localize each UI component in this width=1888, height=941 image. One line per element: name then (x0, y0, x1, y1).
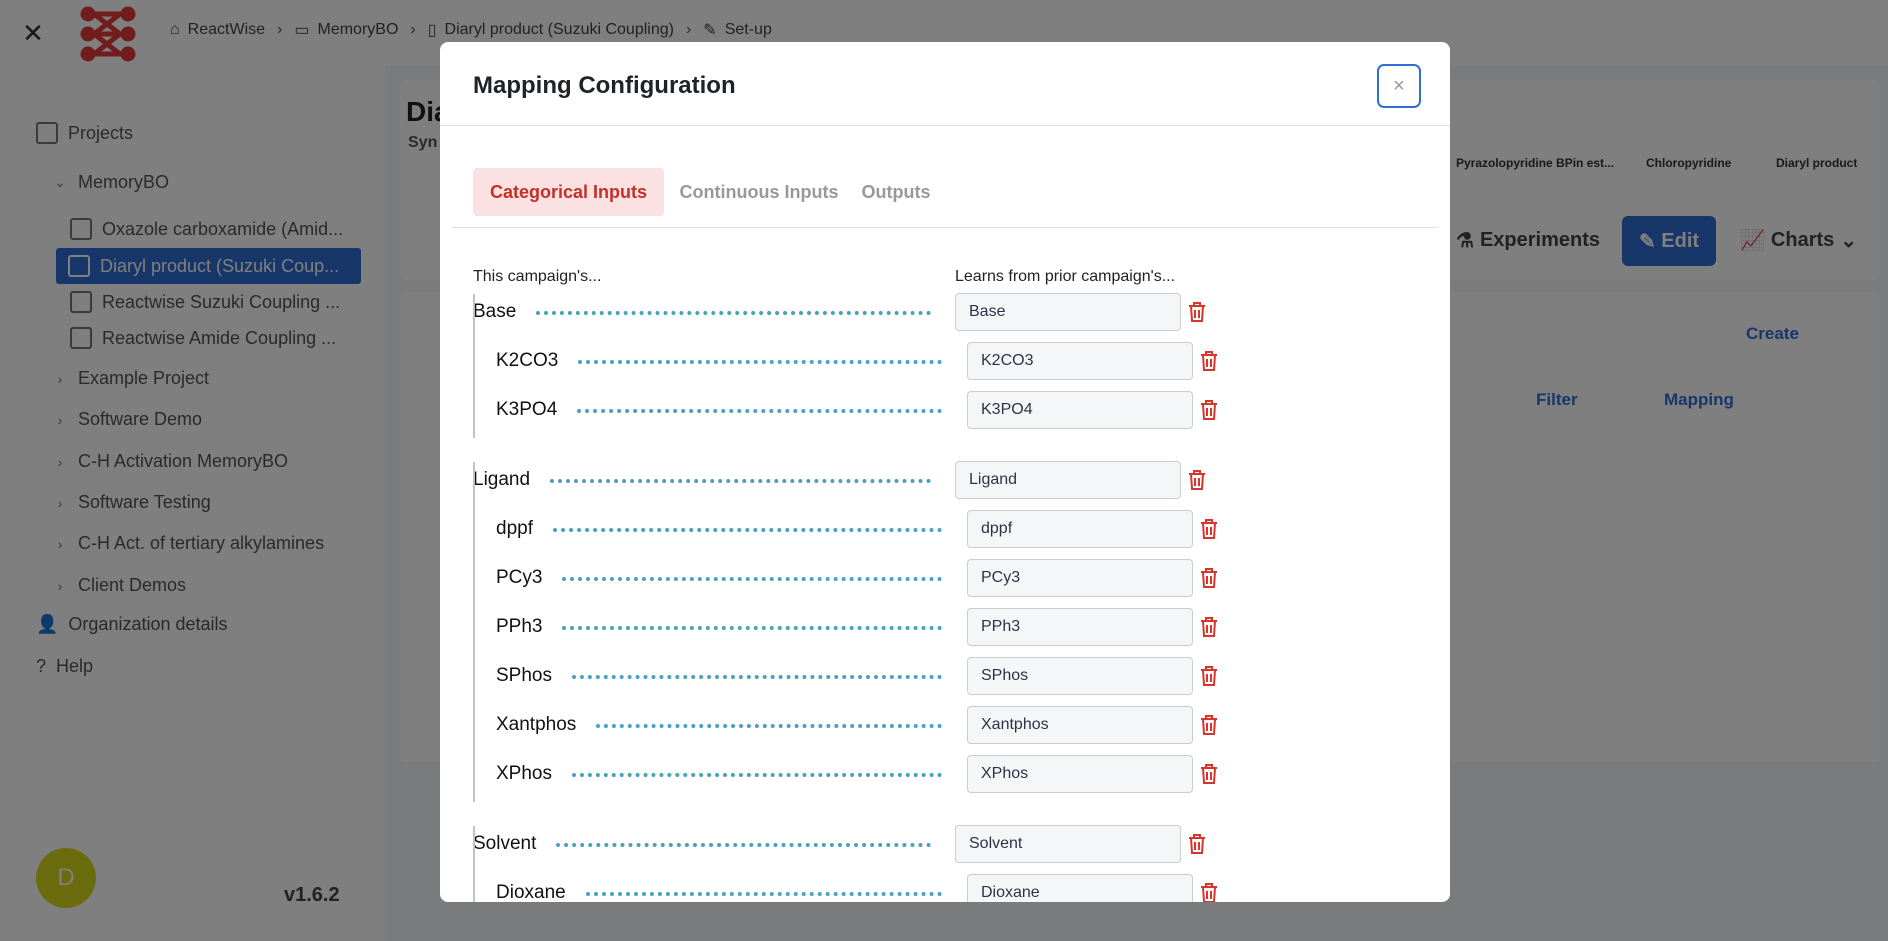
mapping-connector (552, 528, 942, 532)
group-label: Solvent (473, 833, 537, 854)
group-label: Base (473, 301, 517, 322)
tab-outputs[interactable]: Outputs (855, 168, 937, 216)
group-mapping-input[interactable] (955, 293, 1181, 331)
tab-continuous-inputs[interactable]: Continuous Inputs (674, 168, 844, 216)
option-mapping-input[interactable] (967, 342, 1193, 380)
delete-option-icon[interactable] (1200, 714, 1218, 736)
mapping-configuration-modal: Mapping Configuration × Categorical Inpu… (440, 42, 1450, 902)
option-mapping-input[interactable] (967, 755, 1193, 793)
mapping-connector (562, 577, 942, 581)
tab-bar: Categorical Inputs Continuous Inputs Out… (452, 168, 1438, 228)
group-indent-bar (473, 826, 475, 902)
mapping-connector (596, 724, 942, 728)
option-label: SPhos (496, 665, 552, 686)
option-label: Xantphos (496, 714, 577, 735)
delete-option-icon[interactable] (1200, 518, 1218, 540)
delete-group-icon[interactable] (1188, 469, 1206, 491)
mapping-connector (562, 626, 942, 630)
delete-group-icon[interactable] (1188, 833, 1206, 855)
mapping-connector (585, 892, 942, 896)
modal-close-button[interactable]: × (1377, 64, 1421, 108)
mapping-connector (577, 409, 942, 413)
option-label: XPhos (496, 763, 552, 784)
mapping-connector (571, 773, 942, 777)
column-header-this-campaign: This campaign's... (473, 268, 602, 285)
delete-option-icon[interactable] (1200, 665, 1218, 687)
option-mapping-input[interactable] (967, 608, 1193, 646)
mapping-connector (556, 843, 931, 847)
mapping-connector (536, 311, 931, 315)
delete-group-icon[interactable] (1188, 301, 1206, 323)
option-label: PPh3 (496, 616, 543, 637)
group-mapping-input[interactable] (955, 825, 1181, 863)
option-mapping-input[interactable] (967, 391, 1193, 429)
tab-categorical-inputs[interactable]: Categorical Inputs (473, 168, 664, 216)
option-label: K2CO3 (496, 350, 559, 371)
mapping-connector (578, 360, 942, 364)
delete-option-icon[interactable] (1200, 763, 1218, 785)
option-mapping-input[interactable] (967, 706, 1193, 744)
delete-option-icon[interactable] (1200, 350, 1218, 372)
group-label: Ligand (473, 469, 531, 490)
column-header-prior-campaign: Learns from prior campaign's... (955, 268, 1176, 285)
option-mapping-input[interactable] (967, 657, 1193, 695)
delete-option-icon[interactable] (1200, 567, 1218, 589)
modal-title: Mapping Configuration (473, 72, 736, 99)
option-label: PCy3 (496, 567, 543, 588)
delete-option-icon[interactable] (1200, 616, 1218, 638)
option-label: K3PO4 (496, 399, 558, 420)
mapping-connector (571, 675, 942, 679)
option-mapping-input[interactable] (967, 510, 1193, 548)
delete-option-icon[interactable] (1200, 882, 1218, 902)
option-label: dppf (496, 518, 533, 539)
delete-option-icon[interactable] (1200, 399, 1218, 421)
group-indent-bar (473, 462, 475, 802)
group-indent-bar (473, 294, 475, 438)
mapping-connector (550, 479, 931, 483)
option-mapping-input[interactable] (967, 874, 1193, 902)
option-label: Dioxane (496, 882, 566, 902)
option-mapping-input[interactable] (967, 559, 1193, 597)
modal-header: Mapping Configuration × (440, 42, 1450, 126)
group-mapping-input[interactable] (955, 461, 1181, 499)
